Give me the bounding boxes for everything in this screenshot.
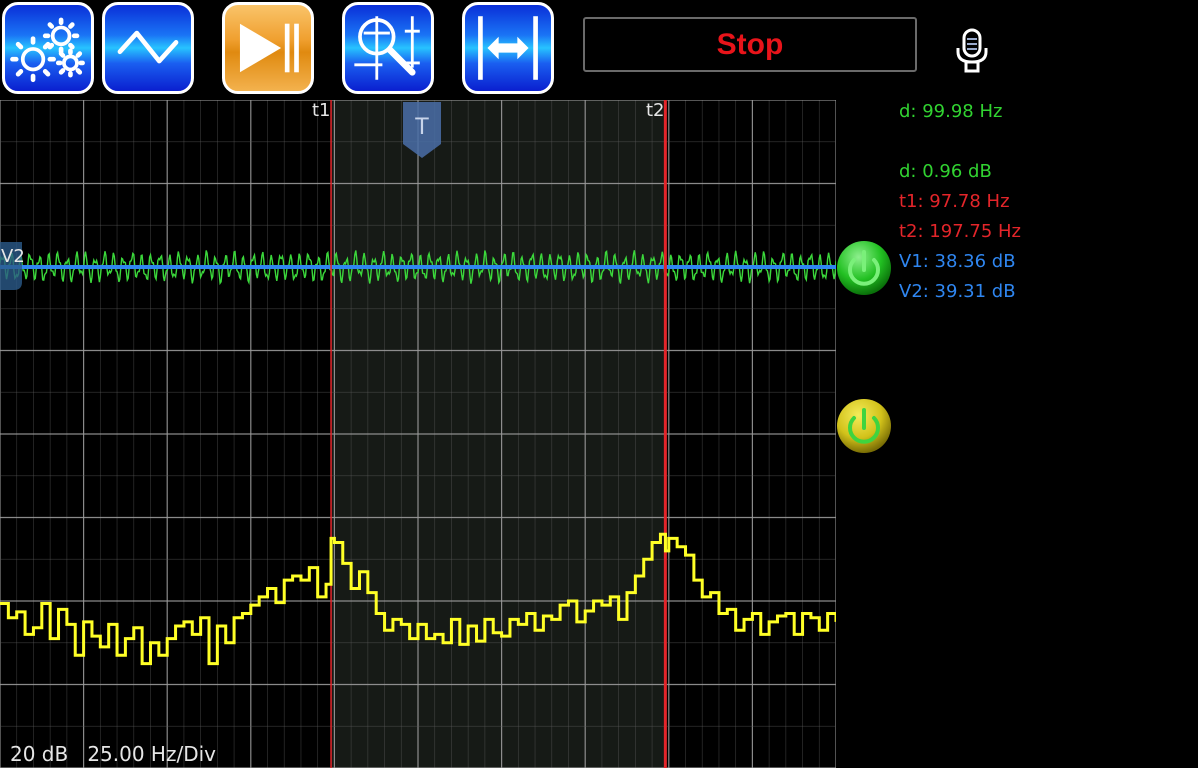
delta-frequency-readout: d: 99.98 Hz bbox=[899, 101, 1003, 122]
scope-display[interactable]: T V2 bbox=[0, 100, 836, 768]
microphone-icon bbox=[956, 28, 988, 73]
play-pause-button[interactable] bbox=[222, 2, 314, 94]
horizontal-measure-icon bbox=[478, 16, 538, 80]
v2-marker-label: V2 bbox=[1, 246, 25, 267]
stop-button[interactable]: Stop bbox=[583, 17, 917, 72]
trigger-label: T bbox=[414, 115, 429, 140]
play-pause-icon bbox=[239, 23, 299, 73]
settings-button[interactable] bbox=[2, 2, 94, 94]
waveform-button[interactable] bbox=[102, 2, 194, 94]
t1-marker-label[interactable]: t1 bbox=[312, 100, 331, 121]
microphone-button[interactable] bbox=[950, 26, 994, 74]
gears-icon bbox=[10, 17, 85, 83]
v2-marker[interactable]: V2 bbox=[0, 242, 25, 290]
v2-level-readout: V2: 39.31 dB bbox=[899, 281, 1016, 302]
t1-frequency-readout: t1: 97.78 Hz bbox=[899, 191, 1010, 212]
hz-per-div: 25.00 Hz/Div bbox=[87, 742, 216, 766]
t2-frequency-readout: t2: 197.75 Hz bbox=[899, 221, 1021, 242]
t2-marker-label[interactable]: t2 bbox=[646, 100, 665, 121]
ch2-power-toggle[interactable] bbox=[836, 240, 892, 296]
db-per-div: 20 dB bbox=[10, 742, 69, 766]
v1-level-readout: V1: 38.36 dB bbox=[899, 251, 1016, 272]
zoom-cursor-button[interactable] bbox=[342, 2, 434, 94]
ch1-power-toggle[interactable] bbox=[836, 398, 892, 454]
sine-wave-icon bbox=[117, 30, 179, 64]
magnify-cursor-icon bbox=[354, 16, 420, 80]
delta-level-readout: d: 0.96 dB bbox=[899, 161, 992, 182]
scale-readout: 20 dB 25.00 Hz/Div bbox=[10, 742, 216, 766]
measure-button[interactable] bbox=[462, 2, 554, 94]
